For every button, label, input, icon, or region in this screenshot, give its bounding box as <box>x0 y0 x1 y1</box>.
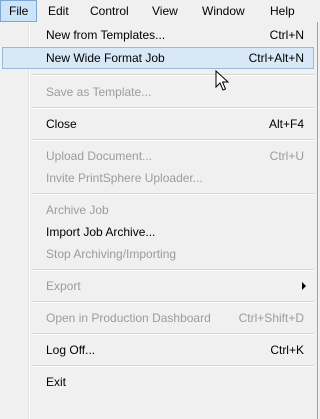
menu-item-archive-job[interactable]: Archive Job <box>2 199 314 221</box>
menu-item-save-as-template[interactable]: Save as Template... <box>2 81 314 103</box>
menu-item-exit[interactable]: Exit <box>2 371 314 393</box>
menu-item-label: Upload Document... <box>46 149 153 163</box>
menu-item-label: New from Templates... <box>46 28 166 42</box>
menu-separator <box>32 365 314 367</box>
menu-item-label: Log Off... <box>46 343 96 357</box>
menu-item-label: Import Job Archive... <box>46 225 156 239</box>
menu-separator <box>32 139 314 141</box>
menu-item-shortcut: Ctrl+U <box>269 149 304 163</box>
menu-item-label: Open in Production Dashboard <box>46 311 211 325</box>
menu-item-label: Close <box>46 117 77 131</box>
menu-separator <box>32 269 314 271</box>
menu-item-label: Stop Archiving/Importing <box>46 247 177 261</box>
menu-item-label: Exit <box>46 375 67 389</box>
menu-item-shortcut: Alt+F4 <box>268 117 304 131</box>
menu-control[interactable]: Control <box>82 0 137 22</box>
menu-separator <box>32 74 314 76</box>
menu-item-label: New Wide Format Job <box>46 51 165 65</box>
menu-item-upload-document[interactable]: Upload Document... Ctrl+U <box>2 145 314 167</box>
menu-file[interactable]: File <box>0 0 38 22</box>
menu-separator <box>32 301 314 303</box>
menu-item-label: Export <box>46 279 81 293</box>
menu-help[interactable]: Help <box>262 0 303 22</box>
menu-separator <box>32 193 314 195</box>
menu-window[interactable]: Window <box>194 0 253 22</box>
menu-bar: File Edit Control View Window Help <box>0 0 318 23</box>
menu-item-shortcut: Ctrl+N <box>269 28 304 42</box>
menu-view[interactable]: View <box>144 0 186 22</box>
menu-item-close[interactable]: Close Alt+F4 <box>2 113 314 135</box>
menu-item-label: Invite PrintSphere Uploader... <box>46 171 203 185</box>
menu-item-invite-uploader[interactable]: Invite PrintSphere Uploader... <box>2 167 314 189</box>
menu-item-open-production-dashboard[interactable]: Open in Production Dashboard Ctrl+Shift+… <box>2 307 314 329</box>
menu-separator <box>32 107 314 109</box>
menu-item-label: Archive Job <box>46 203 109 217</box>
menu-item-shortcut: Ctrl+Alt+N <box>248 51 304 65</box>
menu-item-stop-archiving[interactable]: Stop Archiving/Importing <box>2 243 314 265</box>
submenu-arrow-icon <box>302 282 306 290</box>
menu-item-export[interactable]: Export <box>2 275 314 297</box>
menu-edit[interactable]: Edit <box>40 0 77 22</box>
menu-item-log-off[interactable]: Log Off... Ctrl+K <box>2 339 314 361</box>
menu-item-new-wide-format-job[interactable]: New Wide Format Job Ctrl+Alt+N <box>2 47 314 69</box>
menu-item-shortcut: Ctrl+Shift+D <box>238 311 304 325</box>
menu-item-label: Save as Template... <box>46 85 152 99</box>
file-menu-dropdown: New from Templates... Ctrl+N New Wide Fo… <box>0 22 318 419</box>
mouse-pointer-icon <box>215 70 229 91</box>
menu-item-shortcut: Ctrl+K <box>270 343 304 357</box>
menu-item-new-from-templates[interactable]: New from Templates... Ctrl+N <box>2 24 314 46</box>
menu-item-import-job-archive[interactable]: Import Job Archive... <box>2 221 314 243</box>
menu-separator <box>32 333 314 335</box>
